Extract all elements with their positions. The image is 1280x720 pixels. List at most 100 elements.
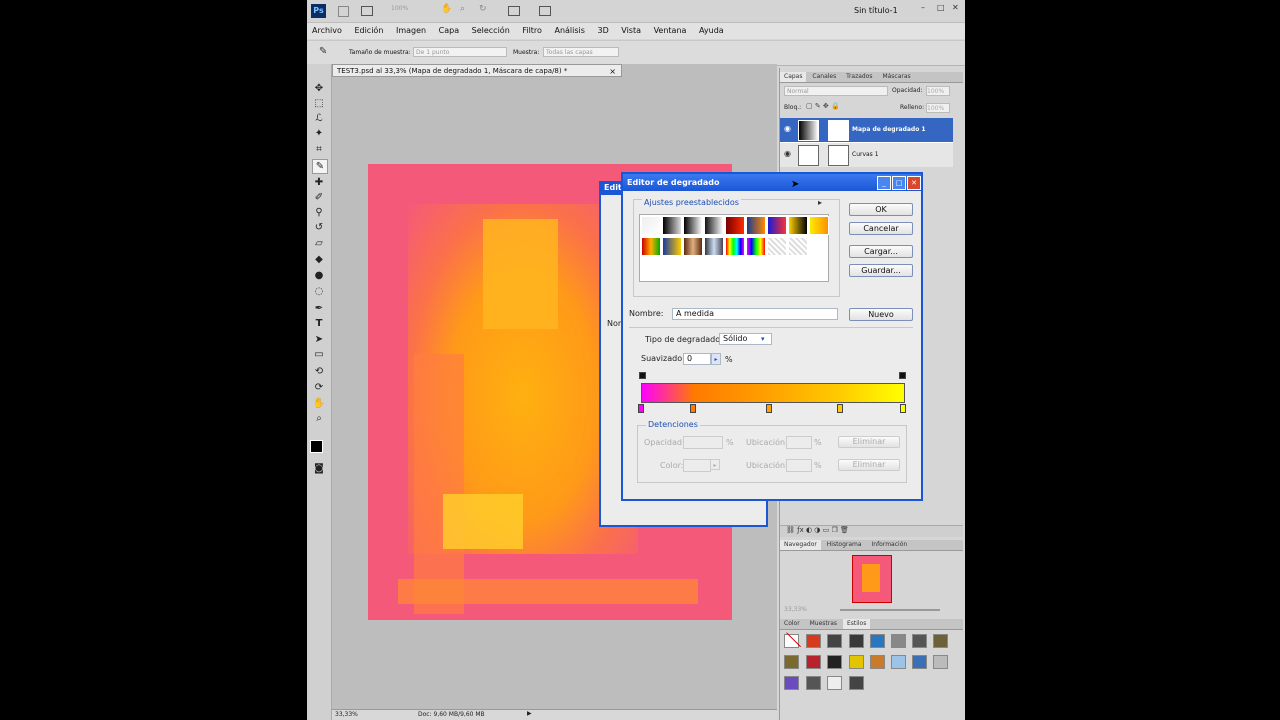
- style-swatch[interactable]: [891, 634, 906, 648]
- fill-field[interactable]: 100%: [926, 103, 950, 113]
- eyedropper-tool-icon[interactable]: ✎: [312, 159, 328, 174]
- status-arrow-icon[interactable]: ▶: [527, 710, 532, 717]
- stop-color-location-field[interactable]: [786, 459, 812, 472]
- opacity-stop-right[interactable]: [899, 372, 906, 379]
- maximize-icon[interactable]: □: [937, 3, 945, 12]
- delete-color-stop-button[interactable]: Eliminar: [838, 459, 900, 471]
- preset-swatch[interactable]: [767, 216, 787, 235]
- tab-mascaras[interactable]: Máscaras: [878, 72, 914, 82]
- paint-bucket-tool-icon[interactable]: ◆: [312, 253, 326, 266]
- stop-color-arrow-icon[interactable]: ▸: [710, 459, 720, 470]
- tab-capas[interactable]: Capas: [780, 72, 807, 82]
- move-tool-icon[interactable]: ✥: [312, 82, 326, 95]
- style-swatch[interactable]: [870, 634, 885, 648]
- layer-mask-thumbnail[interactable]: [828, 145, 849, 166]
- cancel-button[interactable]: Cancelar: [849, 222, 913, 235]
- blur-tool-icon[interactable]: ◌: [312, 285, 326, 298]
- rotate-view-icon[interactable]: ↻: [479, 4, 487, 14]
- style-swatch[interactable]: [784, 676, 799, 690]
- sample-size-select[interactable]: De 1 punto: [413, 47, 507, 57]
- style-swatch[interactable]: [784, 655, 799, 669]
- delete-opacity-stop-button[interactable]: Eliminar: [838, 436, 900, 448]
- document-tab-close-icon[interactable]: ×: [609, 65, 616, 78]
- style-swatch[interactable]: [933, 634, 948, 648]
- menu-filtro[interactable]: Filtro: [522, 23, 542, 39]
- 3d-orbit-tool-icon[interactable]: ⟳: [312, 381, 326, 394]
- shape-tool-icon[interactable]: ▭: [312, 348, 326, 361]
- tab-informacion[interactable]: Información: [868, 540, 912, 550]
- sample-select[interactable]: Todas las capas: [543, 47, 619, 57]
- healing-brush-tool-icon[interactable]: ✚: [312, 176, 326, 189]
- document-tab[interactable]: TEST3.psd al 33,3% (Mapa de degradado 1,…: [332, 64, 622, 77]
- style-swatch[interactable]: [912, 634, 927, 648]
- marquee-tool-icon[interactable]: ⬚: [312, 97, 326, 110]
- layer-mask-thumbnail[interactable]: [828, 120, 849, 141]
- style-swatch[interactable]: [849, 634, 864, 648]
- style-swatch[interactable]: [806, 655, 821, 669]
- preset-swatch[interactable]: [662, 216, 682, 235]
- quick-mask-icon[interactable]: ◙: [312, 462, 326, 475]
- menu-vista[interactable]: Vista: [621, 23, 641, 39]
- style-swatch[interactable]: [870, 655, 885, 669]
- style-swatch[interactable]: [891, 655, 906, 669]
- preset-swatch[interactable]: [641, 216, 661, 235]
- dialog-minimize-icon[interactable]: _: [877, 176, 891, 190]
- style-none[interactable]: [784, 632, 802, 648]
- preset-swatch[interactable]: [725, 216, 745, 235]
- hand-icon[interactable]: ✋: [441, 4, 452, 14]
- menu-imagen[interactable]: Imagen: [396, 23, 426, 39]
- path-selection-tool-icon[interactable]: ➤: [312, 333, 326, 346]
- zoom-tool-icon[interactable]: ⌕: [312, 412, 326, 425]
- preset-swatch[interactable]: [641, 237, 661, 256]
- preset-swatch[interactable]: [788, 216, 808, 235]
- color-stop[interactable]: [638, 404, 644, 413]
- chevron-down-icon[interactable]: ▾: [761, 335, 765, 343]
- stop-opacity-location-field[interactable]: [786, 436, 812, 449]
- arrange-documents-icon[interactable]: [508, 6, 520, 16]
- preset-swatch[interactable]: [725, 237, 745, 256]
- menu-ventana[interactable]: Ventana: [654, 23, 687, 39]
- preset-swatch[interactable]: [683, 216, 703, 235]
- tab-muestras[interactable]: Muestras: [806, 619, 841, 629]
- blend-mode-select[interactable]: Normal: [784, 86, 888, 96]
- brush-tool-icon[interactable]: ✐: [312, 191, 326, 204]
- navigator-preview[interactable]: [852, 555, 892, 603]
- preset-swatch[interactable]: [704, 216, 724, 235]
- stop-color-swatch[interactable]: [683, 459, 711, 472]
- style-swatch[interactable]: [806, 634, 821, 648]
- visibility-eye-icon[interactable]: ◉: [784, 149, 791, 158]
- tab-histograma[interactable]: Histograma: [823, 540, 866, 550]
- zoom-level-display[interactable]: 100%: [391, 5, 408, 12]
- new-button[interactable]: Nuevo: [849, 308, 913, 321]
- preset-swatch[interactable]: [746, 216, 766, 235]
- menu-seleccion[interactable]: Selección: [472, 23, 510, 39]
- opacity-field[interactable]: 100%: [926, 86, 950, 96]
- tab-navegador[interactable]: Navegador: [780, 540, 821, 550]
- hand-tool-icon[interactable]: ✋: [312, 397, 326, 410]
- minimize-icon[interactable]: –: [921, 3, 925, 12]
- color-stop[interactable]: [690, 404, 697, 413]
- 3d-rotate-tool-icon[interactable]: ⟲: [312, 365, 326, 378]
- ok-button[interactable]: OK: [849, 203, 913, 216]
- tab-trazados[interactable]: Trazados: [842, 72, 876, 82]
- opacity-stop-left[interactable]: [639, 372, 646, 379]
- menu-edicion[interactable]: Edición: [354, 23, 383, 39]
- preset-swatch[interactable]: [809, 216, 829, 235]
- preset-swatch[interactable]: [746, 237, 766, 256]
- style-swatch[interactable]: [849, 676, 864, 690]
- dialog-titlebar[interactable]: Editor de degradado _ □ ✕: [623, 174, 921, 191]
- navigator-zoom[interactable]: 33,33%: [784, 606, 807, 613]
- color-stop[interactable]: [766, 404, 773, 413]
- tab-canales[interactable]: Canales: [808, 72, 840, 82]
- preset-swatch[interactable]: [767, 237, 787, 256]
- screen-mode-menu-icon[interactable]: [539, 6, 551, 16]
- screen-mode-icon[interactable]: [361, 6, 373, 16]
- preset-swatch[interactable]: [788, 237, 808, 256]
- eraser-tool-icon[interactable]: ▱: [312, 237, 326, 250]
- pen-tool-icon[interactable]: ✒: [312, 302, 326, 315]
- visibility-eye-icon[interactable]: ◉: [784, 124, 791, 133]
- zoom-icon[interactable]: ⌕: [460, 4, 465, 14]
- menu-ayuda[interactable]: Ayuda: [699, 23, 724, 39]
- style-swatch[interactable]: [806, 676, 821, 690]
- lasso-tool-icon[interactable]: ℒ: [312, 112, 326, 125]
